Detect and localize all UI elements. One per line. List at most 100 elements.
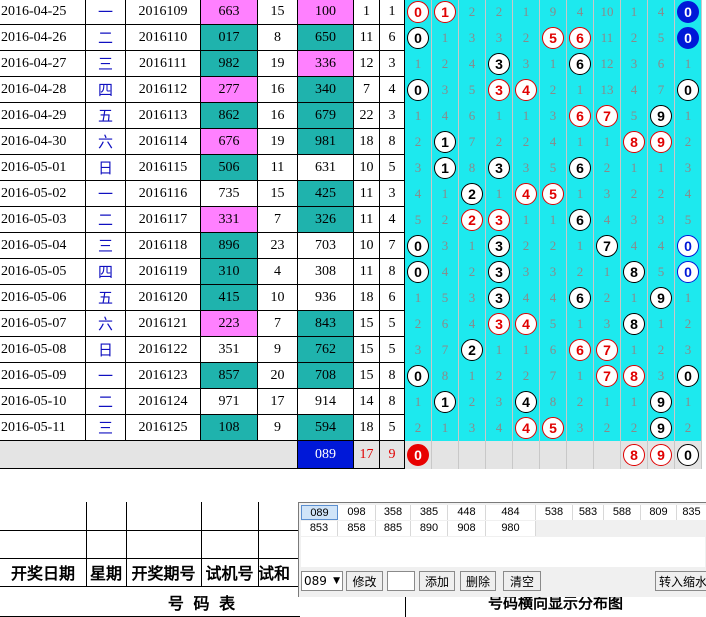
import-button[interactable]: 转入缩水 — [655, 571, 706, 591]
grid-cell: 1 — [459, 363, 486, 389]
cell-c1: 11 — [354, 207, 380, 233]
number-chip[interactable]: 980 — [486, 521, 536, 536]
miss-count: 1 — [630, 290, 638, 305]
miss-count: 2 — [522, 134, 530, 149]
hit-ball: 6 — [569, 287, 591, 309]
grid-cell: 2 — [675, 311, 702, 337]
number-chip[interactable]: 853 — [301, 521, 338, 536]
cell-sum: 10 — [258, 285, 298, 311]
grid-cell: 2 — [594, 415, 621, 441]
number-chip[interactable]: 809 — [641, 505, 677, 520]
hit-ball: 0 — [407, 79, 429, 101]
grid-cell: 3 — [621, 207, 648, 233]
cell-week: 三 — [86, 233, 126, 259]
grid-cell: 4 — [513, 285, 540, 311]
cell-issue: 2016114 — [126, 129, 201, 155]
cell-date: 2016-04-26 — [0, 25, 86, 51]
number-input[interactable] — [387, 571, 415, 591]
cell-sum: 19 — [258, 129, 298, 155]
modify-button[interactable]: 修改 — [346, 571, 383, 591]
miss-count: 2 — [522, 238, 530, 253]
grid-cell: 9 — [648, 285, 675, 311]
cell-c2: 5 — [380, 415, 405, 441]
chevron-down-icon[interactable]: ▼ — [333, 576, 340, 586]
miss-count: 3 — [414, 160, 422, 175]
grid-cell: 3 — [486, 51, 513, 77]
grid-cell: 6 — [567, 103, 594, 129]
number-chip[interactable]: 538 — [536, 505, 573, 520]
grid-cell: 6 — [567, 25, 594, 51]
delete-button[interactable]: 删除 — [460, 571, 496, 591]
grid-cell: 8 — [540, 389, 567, 415]
cell-week: 六 — [86, 129, 126, 155]
cell-week: 三 — [86, 51, 126, 77]
miss-count: 1 — [414, 56, 422, 71]
miss-count: 2 — [603, 420, 611, 435]
grid-cell: 5 — [540, 181, 567, 207]
cell-c1: 11 — [354, 181, 380, 207]
cell-c2: 6 — [380, 285, 405, 311]
miss-count: 3 — [576, 420, 584, 435]
summary-grid-cell — [567, 441, 594, 469]
grid-cell: 1 — [513, 207, 540, 233]
grid-cell: 6 — [432, 311, 459, 337]
header-weekday: 星期 — [89, 564, 122, 583]
grid-cell: 2 — [486, 0, 513, 25]
grid-cell: 2 — [513, 233, 540, 259]
grid-cell: 9 — [648, 129, 675, 155]
miss-count: 4 — [603, 212, 611, 227]
grid-cell: 3 — [486, 233, 513, 259]
number-chip[interactable]: 908 — [448, 521, 486, 536]
number-chip[interactable]: 588 — [604, 505, 641, 520]
number-chip[interactable]: 583 — [573, 505, 604, 520]
grid-cell: 5 — [432, 285, 459, 311]
grid-cell: 2 — [621, 181, 648, 207]
summary-blank — [0, 441, 298, 469]
grid-cell: 2 — [648, 337, 675, 363]
hit-ball: 7 — [596, 235, 618, 257]
miss-count: 4 — [657, 238, 665, 253]
cell-issue: 2016112 — [126, 77, 201, 103]
miss-count: 1 — [603, 264, 611, 279]
number-chip[interactable]: 448 — [448, 505, 486, 520]
number-chip[interactable]: 089 — [301, 505, 338, 520]
hit-ball: 8 — [623, 444, 645, 466]
number-chip[interactable]: 885 — [376, 521, 411, 536]
grid-cell: 3 — [486, 285, 513, 311]
hit-ball: 3 — [488, 157, 510, 179]
grid-cell: 2 — [621, 25, 648, 51]
number-chip[interactable]: 484 — [486, 505, 536, 520]
hit-ball: 3 — [488, 261, 510, 283]
grid-cell: 3 — [432, 77, 459, 103]
grid-cell: 0 — [675, 363, 702, 389]
cell-week: 一 — [86, 181, 126, 207]
cell-issue: 2016125 — [126, 415, 201, 441]
number-chip[interactable]: 835 — [677, 505, 706, 520]
cell-c2: 8 — [380, 363, 405, 389]
miss-count: 1 — [495, 342, 503, 357]
cell-prev: 843 — [298, 311, 354, 337]
grid-cell: 5 — [405, 207, 432, 233]
number-chip[interactable]: 890 — [411, 521, 448, 536]
grid-cell: 3 — [432, 233, 459, 259]
summary-grid-cell — [513, 441, 540, 469]
cell-date: 2016-05-05 — [0, 259, 86, 285]
number-chip[interactable]: 385 — [411, 505, 448, 520]
number-chip[interactable]: 858 — [338, 521, 376, 536]
add-button[interactable]: 添加 — [419, 571, 455, 591]
grid-cell: 4 — [540, 285, 567, 311]
cell-sum: 23 — [258, 233, 298, 259]
grid-cell: 3 — [648, 207, 675, 233]
number-chip[interactable]: 358 — [376, 505, 411, 520]
miss-count: 2 — [630, 30, 638, 45]
miss-count: 1 — [414, 394, 422, 409]
number-select[interactable]: 089 ▼ — [301, 571, 343, 591]
number-chip[interactable]: 098 — [338, 505, 376, 520]
clear-button[interactable]: 清空 — [503, 571, 541, 591]
miss-count: 4 — [441, 264, 449, 279]
grid-cell: 3 — [486, 311, 513, 337]
cell-sum: 16 — [258, 77, 298, 103]
miss-count: 11 — [600, 30, 614, 45]
cell-week: 一 — [86, 363, 126, 389]
miss-count: 5 — [549, 160, 557, 175]
